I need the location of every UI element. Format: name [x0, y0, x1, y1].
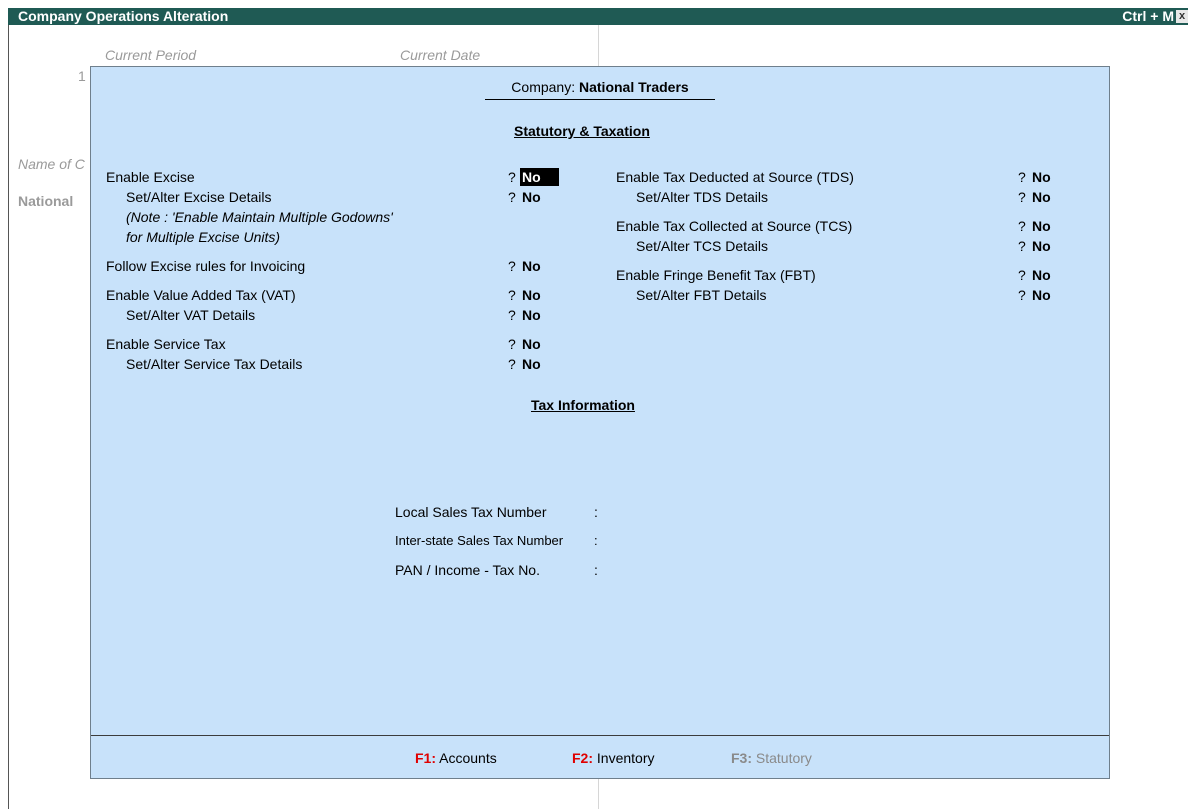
- option-enable-tcs[interactable]: Enable Tax Collected at Source (TCS) ? N…: [616, 217, 1066, 235]
- option-label: Follow Excise rules for Invoicing: [106, 258, 306, 274]
- option-label: Set/Alter Excise Details: [126, 189, 272, 205]
- option-set-alter-vat[interactable]: Set/Alter VAT Details ? No: [126, 306, 586, 324]
- question-mark: ?: [508, 258, 516, 274]
- option-value[interactable]: No: [522, 335, 541, 353]
- option-follow-excise-invoicing[interactable]: Follow Excise rules for Invoicing ? No: [106, 257, 586, 275]
- bg-name-label: Name of C: [18, 156, 85, 172]
- option-label: Enable Value Added Tax (VAT): [106, 287, 296, 303]
- pan-income-tax-field[interactable]: PAN / Income - Tax No. :: [395, 561, 598, 579]
- question-mark: ?: [1018, 169, 1026, 185]
- option-label: Enable Fringe Benefit Tax (FBT): [616, 267, 816, 283]
- function-key-bar: F1: Accounts F2: Inventory F3: Statutory: [91, 735, 1109, 779]
- excise-note-line2: for Multiple Excise Units): [126, 229, 281, 245]
- section-statutory-title: Statutory & Taxation: [514, 123, 650, 139]
- option-value[interactable]: No: [1032, 286, 1051, 304]
- option-value[interactable]: No: [1032, 168, 1051, 186]
- company-name: National Traders: [579, 79, 689, 95]
- question-mark: ?: [1018, 238, 1026, 254]
- field-label: Local Sales Tax Number: [395, 504, 547, 520]
- field-separator: :: [594, 533, 598, 548]
- f3-statutory-button[interactable]: F3: Statutory: [731, 750, 812, 766]
- company-label: Company:: [511, 79, 576, 95]
- option-value[interactable]: No: [522, 286, 541, 304]
- question-mark: ?: [1018, 287, 1026, 303]
- f2-key-label: F2:: [572, 750, 593, 766]
- excise-note-line1: (Note : 'Enable Maintain Multiple Godown…: [126, 209, 393, 225]
- option-value[interactable]: No: [1032, 266, 1051, 284]
- bg-current-period-label: Current Period: [105, 47, 197, 63]
- company-underline: [485, 99, 715, 100]
- option-enable-excise[interactable]: Enable Excise ? No: [106, 168, 586, 186]
- option-label: Enable Service Tax: [106, 336, 226, 352]
- statutory-dialog: Company: National Traders Statutory & Ta…: [90, 66, 1110, 779]
- bg-current-date-label: Current Date: [400, 47, 481, 63]
- f1-accounts-button[interactable]: F1: Accounts: [415, 750, 497, 766]
- question-mark: ?: [508, 336, 516, 352]
- option-value-active[interactable]: No: [520, 168, 559, 186]
- option-value[interactable]: No: [522, 188, 541, 206]
- title-bar: Company Operations Alteration Ctrl + M x: [8, 8, 1188, 25]
- option-enable-service-tax[interactable]: Enable Service Tax ? No: [106, 335, 586, 353]
- option-label: Set/Alter TDS Details: [636, 189, 769, 205]
- question-mark: ?: [508, 169, 516, 185]
- question-mark: ?: [508, 356, 516, 372]
- question-mark: ?: [508, 307, 516, 323]
- shortcut-label: Ctrl + M: [1122, 8, 1174, 24]
- close-icon[interactable]: x: [1176, 10, 1188, 23]
- bg-period-fragment: 1: [78, 68, 86, 84]
- background-frame-border: [8, 25, 9, 809]
- inter-state-sales-tax-field[interactable]: Inter-state Sales Tax Number :: [395, 532, 598, 550]
- window-title: Company Operations Alteration: [18, 8, 229, 24]
- option-set-alter-fbt[interactable]: Set/Alter FBT Details ? No: [636, 286, 1066, 304]
- option-label: Set/Alter VAT Details: [126, 307, 256, 323]
- f1-key-label: F1:: [415, 750, 436, 766]
- option-enable-tds[interactable]: Enable Tax Deducted at Source (TDS) ? No: [616, 168, 1066, 186]
- option-set-alter-service-tax[interactable]: Set/Alter Service Tax Details ? No: [126, 355, 586, 373]
- company-header: Company: National Traders: [485, 79, 715, 100]
- question-mark: ?: [508, 287, 516, 303]
- option-label: Set/Alter TCS Details: [636, 238, 769, 254]
- question-mark: ?: [1018, 218, 1026, 234]
- option-value[interactable]: No: [1032, 188, 1051, 206]
- option-label: Enable Tax Collected at Source (TCS): [616, 218, 853, 234]
- option-label: Set/Alter FBT Details: [636, 287, 767, 303]
- f3-key-label: F3:: [731, 750, 752, 766]
- local-sales-tax-field[interactable]: Local Sales Tax Number :: [395, 503, 598, 521]
- field-separator: :: [594, 562, 598, 578]
- option-set-alter-tcs[interactable]: Set/Alter TCS Details ? No: [636, 237, 1066, 255]
- option-label: Enable Tax Deducted at Source (TDS): [616, 169, 854, 185]
- option-value[interactable]: No: [522, 257, 541, 275]
- option-value[interactable]: No: [1032, 217, 1051, 235]
- option-label: Set/Alter Service Tax Details: [126, 356, 303, 372]
- option-set-alter-tds[interactable]: Set/Alter TDS Details ? No: [636, 188, 1066, 206]
- f2-label: Inventory: [596, 750, 655, 766]
- question-mark: ?: [508, 189, 516, 205]
- field-label: Inter-state Sales Tax Number: [395, 533, 564, 548]
- option-enable-fbt[interactable]: Enable Fringe Benefit Tax (FBT) ? No: [616, 266, 1066, 284]
- field-label: PAN / Income - Tax No.: [395, 562, 540, 578]
- section-tax-info-title: Tax Information: [531, 397, 635, 413]
- option-label: Enable Excise: [106, 169, 195, 185]
- option-set-alter-excise[interactable]: Set/Alter Excise Details ? No: [126, 188, 586, 206]
- field-separator: :: [594, 504, 598, 520]
- bg-company-name: National: [18, 193, 74, 209]
- question-mark: ?: [1018, 267, 1026, 283]
- f1-label: Accounts: [439, 750, 497, 766]
- f3-label: Statutory: [755, 750, 812, 766]
- option-value[interactable]: No: [1032, 237, 1051, 255]
- question-mark: ?: [1018, 189, 1026, 205]
- f2-inventory-button[interactable]: F2: Inventory: [572, 750, 654, 766]
- option-value[interactable]: No: [522, 355, 541, 373]
- option-value[interactable]: No: [522, 306, 541, 324]
- option-enable-vat[interactable]: Enable Value Added Tax (VAT) ? No: [106, 286, 586, 304]
